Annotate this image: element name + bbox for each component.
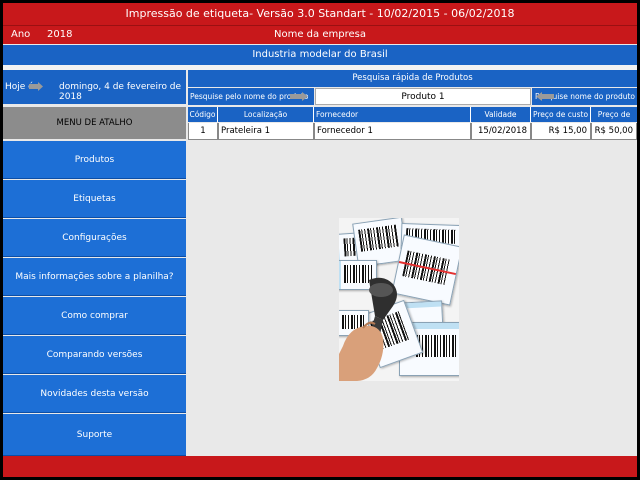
- cell-preco-venda: R$ 50,00: [591, 123, 637, 140]
- menu-title: MENU DE ATALHO: [3, 107, 186, 139]
- arrow-right-icon: [29, 82, 43, 91]
- column-header-codigo: Código: [188, 107, 218, 122]
- year-label: Ano: [11, 29, 31, 40]
- hand-scanner-icon: [339, 277, 397, 381]
- menu-item-mais-informacoes[interactable]: Mais informações sobre a planilha?: [3, 258, 186, 296]
- column-header-validade: Validade: [471, 107, 531, 122]
- menu-item-configuracoes[interactable]: Configurações: [3, 219, 186, 257]
- company-label: Nome da empresa: [274, 29, 366, 40]
- menu-item-comparando-versoes[interactable]: Comparando versões: [3, 336, 186, 374]
- cell-preco-custo: R$ 15,00: [531, 123, 591, 140]
- product-search-input[interactable]: Produto 1: [315, 88, 531, 105]
- column-header-preco-custo: Preço de custo: [531, 107, 591, 122]
- year-value: 2018: [47, 29, 73, 40]
- search-right-label-box: Pesquise nome do produto: [532, 88, 637, 105]
- search-left-label-box: Pesquise pelo nome do produto: [188, 88, 314, 105]
- cell-localizacao: Prateleira 1: [218, 123, 314, 140]
- today-panel: Hoje é domingo, 4 de fevereiro de 2018: [3, 70, 186, 104]
- year-company-bar: Nome da empresa Ano 2018: [3, 25, 637, 44]
- menu-item-etiquetas[interactable]: Etiquetas: [3, 180, 186, 218]
- column-header-preco-venda: Preço de venda: [591, 107, 637, 134]
- cell-fornecedor: Fornecedor 1: [314, 123, 471, 140]
- main-content: [188, 140, 637, 456]
- menu-item-novidades[interactable]: Novidades desta versão: [3, 375, 186, 413]
- arrow-right-icon: [290, 92, 308, 101]
- title-bar: Impressão de etiqueta- Versão 3.0 Standa…: [3, 3, 637, 25]
- company-name: Industria modelar do Brasil: [3, 45, 637, 65]
- today-date: domingo, 4 de fevereiro de 2018: [59, 82, 182, 102]
- app-window: Impressão de etiqueta- Versão 3.0 Standa…: [3, 3, 637, 477]
- cell-validade: 15/02/2018: [471, 123, 531, 140]
- menu-item-produtos[interactable]: Produtos: [3, 141, 186, 179]
- column-header-localizacao: Localização: [218, 107, 314, 122]
- footer-bar: [3, 456, 637, 477]
- cell-codigo: 1: [188, 123, 218, 140]
- search-title: Pesquisa rápida de Produtos: [188, 70, 637, 87]
- menu-item-como-comprar[interactable]: Como comprar: [3, 297, 186, 335]
- column-header-fornecedor: Fornecedor: [314, 107, 471, 122]
- search-row: Pesquise pelo nome do produto Produto 1 …: [188, 88, 637, 105]
- menu-item-suporte[interactable]: Suporte: [3, 414, 186, 456]
- barcode-scanner-image: [339, 218, 459, 381]
- arrow-left-icon: [536, 92, 554, 101]
